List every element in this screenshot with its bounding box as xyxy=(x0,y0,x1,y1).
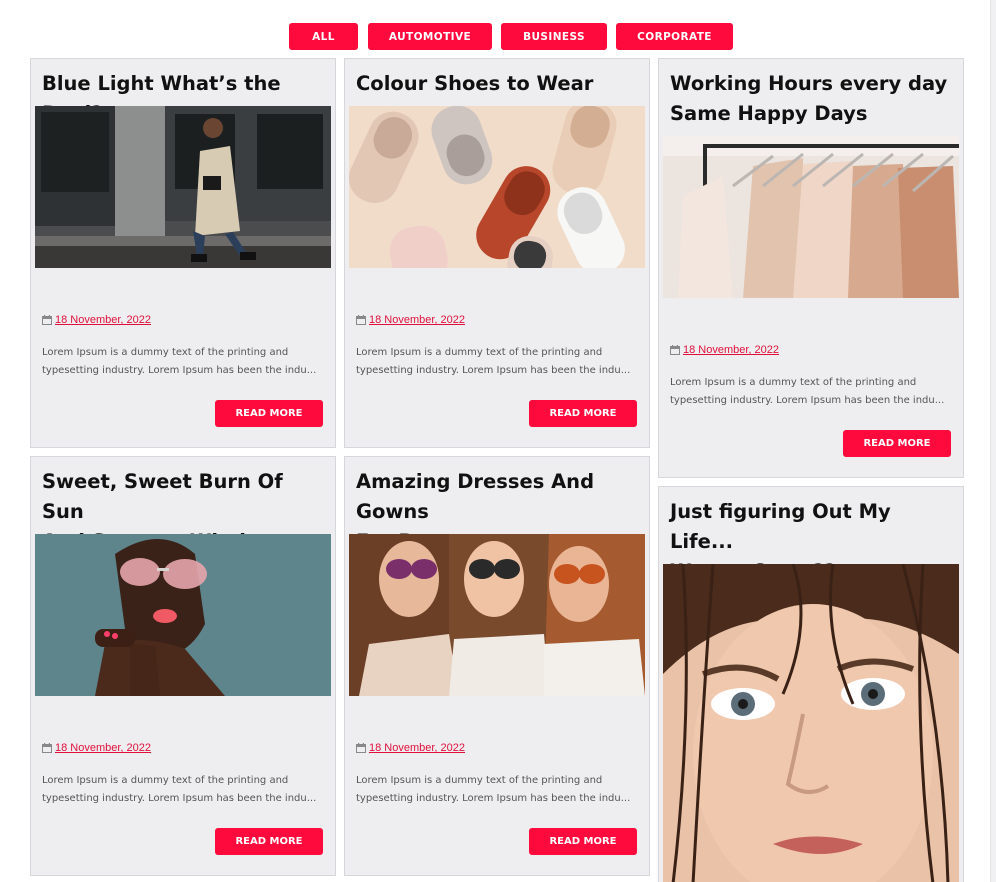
card-title[interactable]: Colour Shoes to Wear xyxy=(356,69,641,99)
calendar-icon xyxy=(356,743,366,753)
date-link[interactable]: 18 November, 2022 xyxy=(369,742,465,754)
filter-business-button[interactable]: BUSINESS xyxy=(501,23,607,50)
card-image[interactable] xyxy=(35,106,331,268)
card-image[interactable] xyxy=(663,136,959,298)
card-excerpt: Lorem Ipsum is a dummy text of the print… xyxy=(670,377,945,406)
card-date: 18 November, 2022 xyxy=(356,314,465,326)
page-scroll-edge xyxy=(990,0,996,882)
card-image[interactable] xyxy=(349,106,645,268)
card-excerpt: Lorem Ipsum is a dummy text of the print… xyxy=(42,347,317,376)
colorful-mule-shoes-photo xyxy=(349,106,645,268)
three-women-sunglasses-photo xyxy=(349,534,645,696)
read-more-button[interactable]: READ MORE xyxy=(529,828,637,855)
date-link[interactable]: 18 November, 2022 xyxy=(55,742,151,754)
category-filter-bar: ALL AUTOMOTIVE BUSINESS CORPORATE xyxy=(0,23,996,50)
filter-automotive-button[interactable]: AUTOMOTIVE xyxy=(368,23,492,50)
read-more-button[interactable]: READ MORE xyxy=(215,400,323,427)
card-image[interactable] xyxy=(349,534,645,696)
blog-card: Just figuring Out My Life... Wanna Come?… xyxy=(658,486,964,882)
card-excerpt: Lorem Ipsum is a dummy text of the print… xyxy=(356,775,631,804)
card-image[interactable] xyxy=(35,534,331,696)
date-link[interactable]: 18 November, 2022 xyxy=(55,314,151,326)
card-image[interactable] xyxy=(663,564,959,882)
date-link[interactable]: 18 November, 2022 xyxy=(683,344,779,356)
woman-wet-hair-portrait-photo xyxy=(663,564,959,882)
read-more-button[interactable]: READ MORE xyxy=(529,400,637,427)
blog-card: Working Hours every day Same Happy Days … xyxy=(658,58,964,478)
filter-corporate-button[interactable]: CORPORATE xyxy=(616,23,733,50)
blog-card: Blue Light What’s the Deal? 18 November,… xyxy=(30,58,336,448)
filter-all-button[interactable]: ALL xyxy=(289,23,358,50)
card-date: 18 November, 2022 xyxy=(42,314,151,326)
clothes-rack-hangers-photo xyxy=(663,136,959,298)
calendar-icon xyxy=(42,743,52,753)
card-excerpt: Lorem Ipsum is a dummy text of the print… xyxy=(42,775,317,804)
card-date: 18 November, 2022 xyxy=(42,742,151,754)
woman-pink-sunglasses-photo xyxy=(35,534,331,696)
blog-card: Sweet, Sweet Burn Of Sun And Summer Wind… xyxy=(30,456,336,876)
card-excerpt: Lorem Ipsum is a dummy text of the print… xyxy=(356,347,631,376)
read-more-button[interactable]: READ MORE xyxy=(843,430,951,457)
blog-card: Amazing Dresses And Gowns For Prom. 18 N… xyxy=(344,456,650,876)
woman-walking-city-street-photo xyxy=(35,106,331,268)
blog-card: Colour Shoes to Wear 18 November, 2022 L… xyxy=(344,58,650,448)
card-date: 18 November, 2022 xyxy=(356,742,465,754)
card-title[interactable]: Working Hours every day Same Happy Days xyxy=(670,69,955,129)
calendar-icon xyxy=(42,315,52,325)
card-date: 18 November, 2022 xyxy=(670,344,779,356)
date-link[interactable]: 18 November, 2022 xyxy=(369,314,465,326)
calendar-icon xyxy=(670,345,680,355)
read-more-button[interactable]: READ MORE xyxy=(215,828,323,855)
calendar-icon xyxy=(356,315,366,325)
